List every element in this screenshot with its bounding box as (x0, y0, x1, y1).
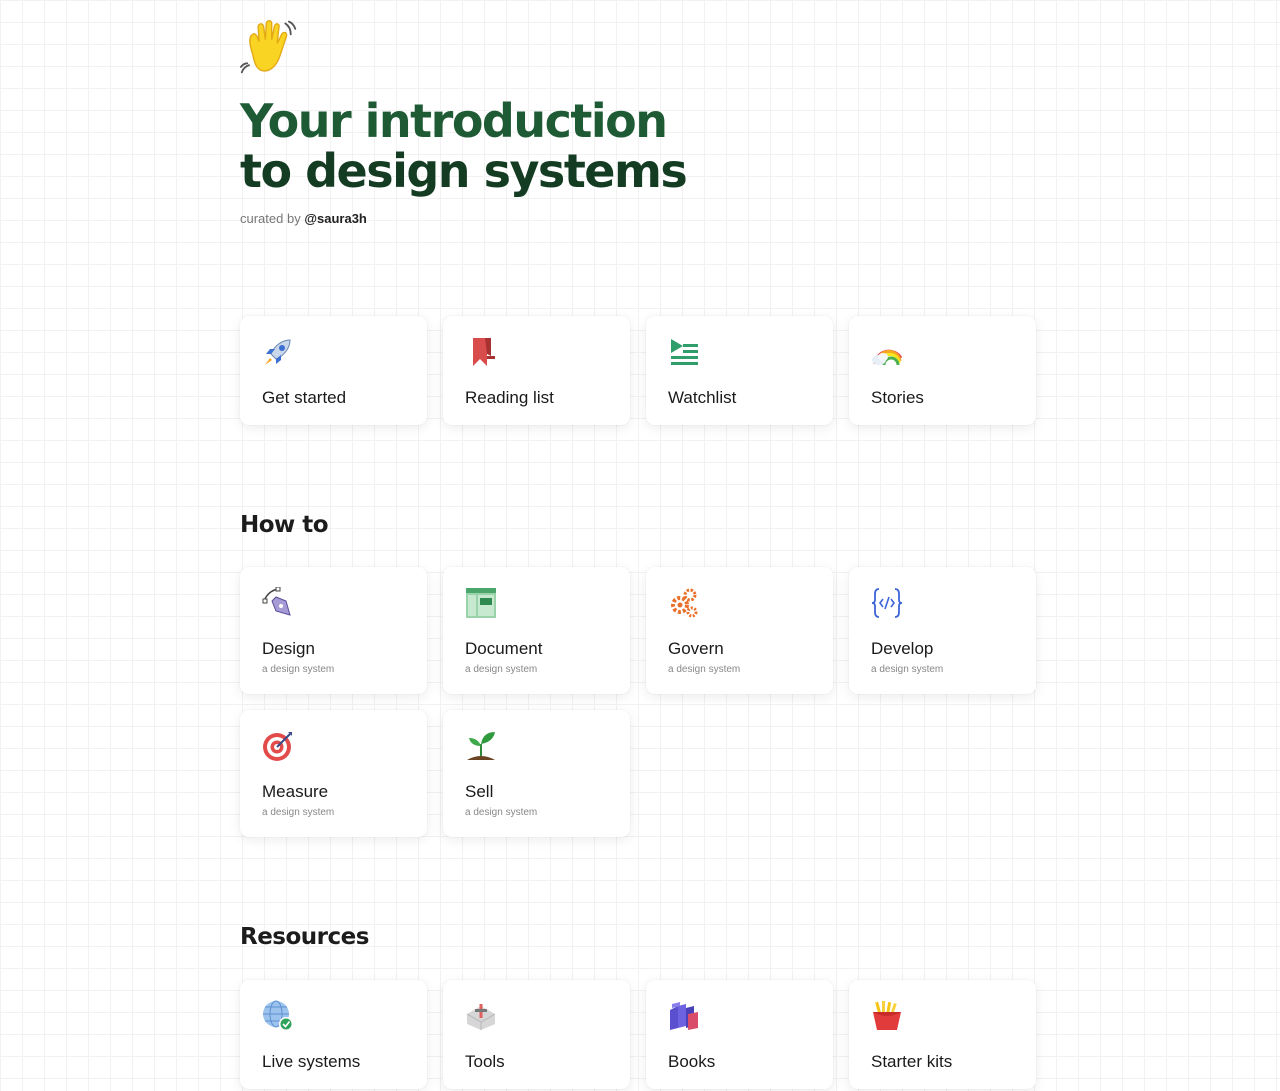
code-icon (871, 588, 903, 618)
card-label: Watchlist (668, 388, 737, 407)
sprout-icon (467, 732, 495, 760)
playlist-icon (671, 339, 698, 365)
card-subtitle: a design system (465, 664, 538, 675)
how-to-grid: Design a design system Document a design… (240, 567, 1036, 837)
card-label: Design (262, 639, 315, 658)
card-develop[interactable]: Develop a design system (849, 567, 1036, 694)
card-label: Develop (871, 639, 934, 658)
card-reading-list[interactable]: Reading list (443, 316, 630, 425)
card-label: Govern (668, 639, 724, 658)
card-label: Stories (871, 388, 924, 407)
curated-prefix: curated by (240, 211, 301, 226)
card-starter-kits[interactable]: Starter kits (849, 980, 1036, 1089)
card-measure[interactable]: Measure a design system (240, 710, 427, 837)
pen-tool-icon (262, 587, 291, 616)
card-label: Sell (465, 782, 494, 801)
card-subtitle: a design system (465, 807, 538, 818)
card-stories[interactable]: Stories (849, 316, 1036, 425)
section-heading-resources: Resources (240, 924, 369, 950)
card-live-systems[interactable]: Live systems (240, 980, 427, 1089)
globe-check-icon (263, 1000, 293, 1031)
document-layout-icon (466, 588, 496, 618)
fries-icon (873, 1001, 901, 1030)
waving-hand-icon (240, 20, 297, 74)
card-get-started[interactable]: Get started (240, 316, 427, 425)
rainbow-icon (872, 349, 903, 366)
card-design[interactable]: Design a design system (240, 567, 427, 694)
target-icon (263, 732, 292, 761)
card-tools[interactable]: Tools (443, 980, 630, 1089)
card-subtitle: a design system (668, 664, 741, 675)
card-subtitle: a design system (262, 807, 335, 818)
card-label: Reading list (465, 388, 554, 407)
card-subtitle: a design system (262, 664, 335, 675)
title-line-2: to design systems (240, 144, 688, 198)
resources-grid: Live systems Tools Books Starter kits (240, 980, 1036, 1089)
card-label: Measure (262, 782, 329, 801)
card-label: Document (465, 639, 543, 658)
card-subtitle: a design system (871, 664, 944, 675)
title-line-1: Your introduction (240, 94, 668, 148)
toolbox-icon (466, 1004, 496, 1030)
curated-by: curated by @saura3h (240, 211, 367, 226)
card-watchlist[interactable]: Watchlist (646, 316, 833, 425)
card-books[interactable]: Books (646, 980, 833, 1089)
section-heading-how-to: How to (240, 512, 329, 538)
card-label: Get started (262, 388, 347, 407)
card-label: Books (668, 1052, 716, 1071)
card-label: Live systems (262, 1052, 361, 1071)
page-title: Your introduction to design systems (240, 94, 688, 198)
card-govern[interactable]: Govern a design system (646, 567, 833, 694)
card-label: Tools (465, 1052, 505, 1071)
card-document[interactable]: Document a design system (443, 567, 630, 694)
curator-link[interactable]: @saura3h (304, 211, 367, 226)
quick-links-grid: Get started Reading list Watchlist Stori… (240, 316, 1036, 425)
card-label: Starter kits (871, 1052, 953, 1071)
gears-icon (671, 588, 698, 618)
bookmark-icon (473, 338, 495, 366)
books-icon (670, 1002, 698, 1030)
rocket-icon (265, 339, 291, 365)
card-sell[interactable]: Sell a design system (443, 710, 630, 837)
